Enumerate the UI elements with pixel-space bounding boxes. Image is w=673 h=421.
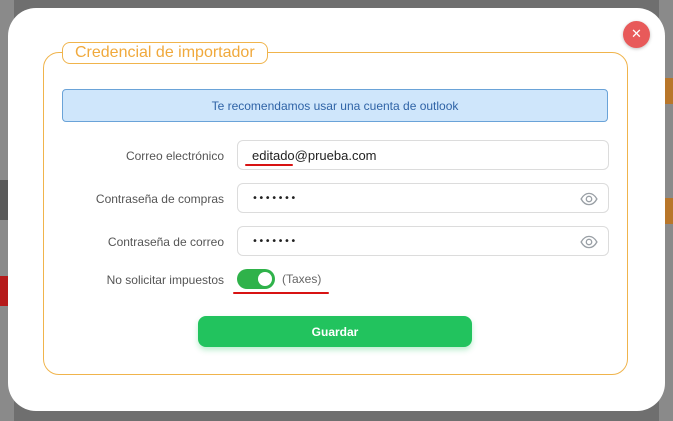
email-password-label: Contraseña de correo xyxy=(107,235,224,249)
close-button[interactable]: ✕ xyxy=(623,21,650,48)
email-value: editado@prueba.com xyxy=(252,147,377,163)
purchase-password-value: ••••••• xyxy=(252,192,297,204)
close-icon: ✕ xyxy=(631,27,642,42)
no-taxes-label: No solicitar impuestos xyxy=(106,273,224,287)
annotation-underline xyxy=(245,164,293,166)
no-taxes-toggle[interactable] xyxy=(237,269,275,289)
email-label: Correo electrónico xyxy=(125,149,224,163)
purchase-password-field[interactable]: ••••••• xyxy=(237,183,609,213)
email-password-value: ••••••• xyxy=(252,235,297,247)
toggle-knob xyxy=(258,272,272,286)
eye-icon[interactable] xyxy=(580,233,598,251)
purchase-password-label: Contraseña de compras xyxy=(95,192,224,206)
info-banner: Te recomendamos usar una cuenta de outlo… xyxy=(62,89,608,122)
taxes-hint: (Taxes) xyxy=(282,272,322,286)
eye-icon[interactable] xyxy=(580,190,598,208)
annotation-underline xyxy=(233,292,329,294)
email-password-field[interactable]: ••••••• xyxy=(237,226,609,256)
fieldset-legend: Credencial de importador xyxy=(62,42,268,64)
save-button[interactable]: Guardar xyxy=(198,316,472,347)
